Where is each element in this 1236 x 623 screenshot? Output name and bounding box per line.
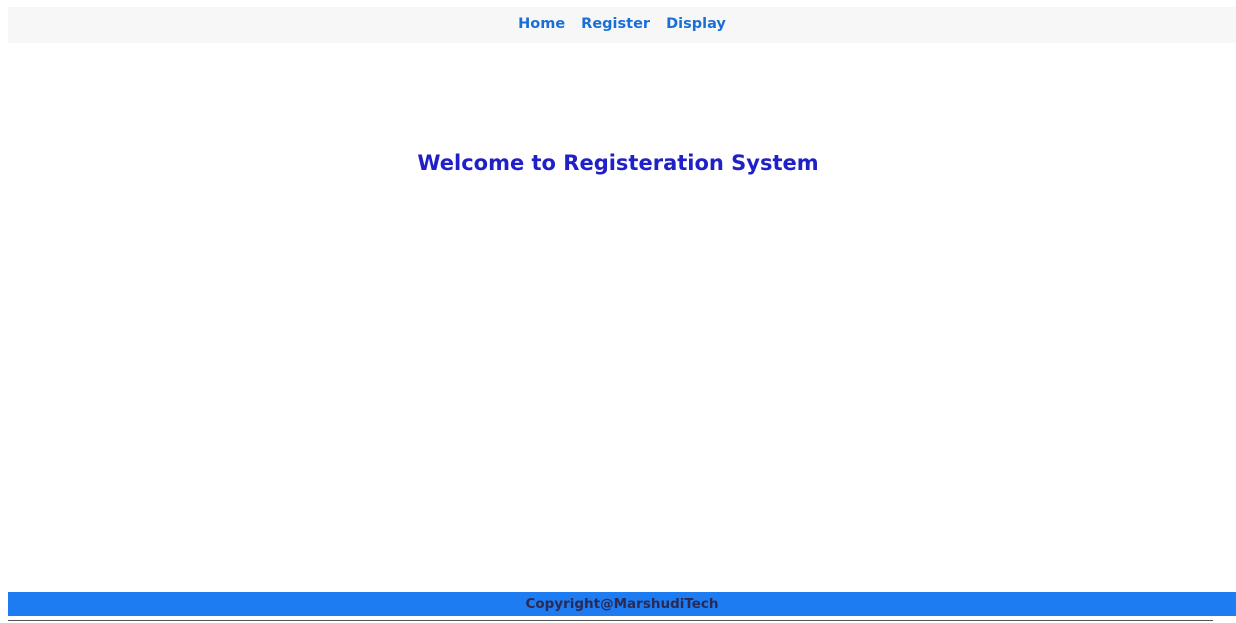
nav-link-home[interactable]: Home (510, 16, 573, 32)
nav-links: Home Register Display (510, 16, 734, 32)
copyright-text: Copyright@MarshudiTech (525, 596, 719, 612)
footer: Copyright@MarshudiTech (8, 592, 1236, 616)
bottom-divider (8, 620, 1213, 621)
top-navbar: Home Register Display (8, 7, 1236, 43)
nav-link-display[interactable]: Display (658, 16, 734, 32)
nav-link-register[interactable]: Register (573, 16, 658, 32)
welcome-heading: Welcome to Registeration System (417, 151, 819, 176)
page: Home Register Display Welcome to Registe… (0, 0, 1236, 623)
